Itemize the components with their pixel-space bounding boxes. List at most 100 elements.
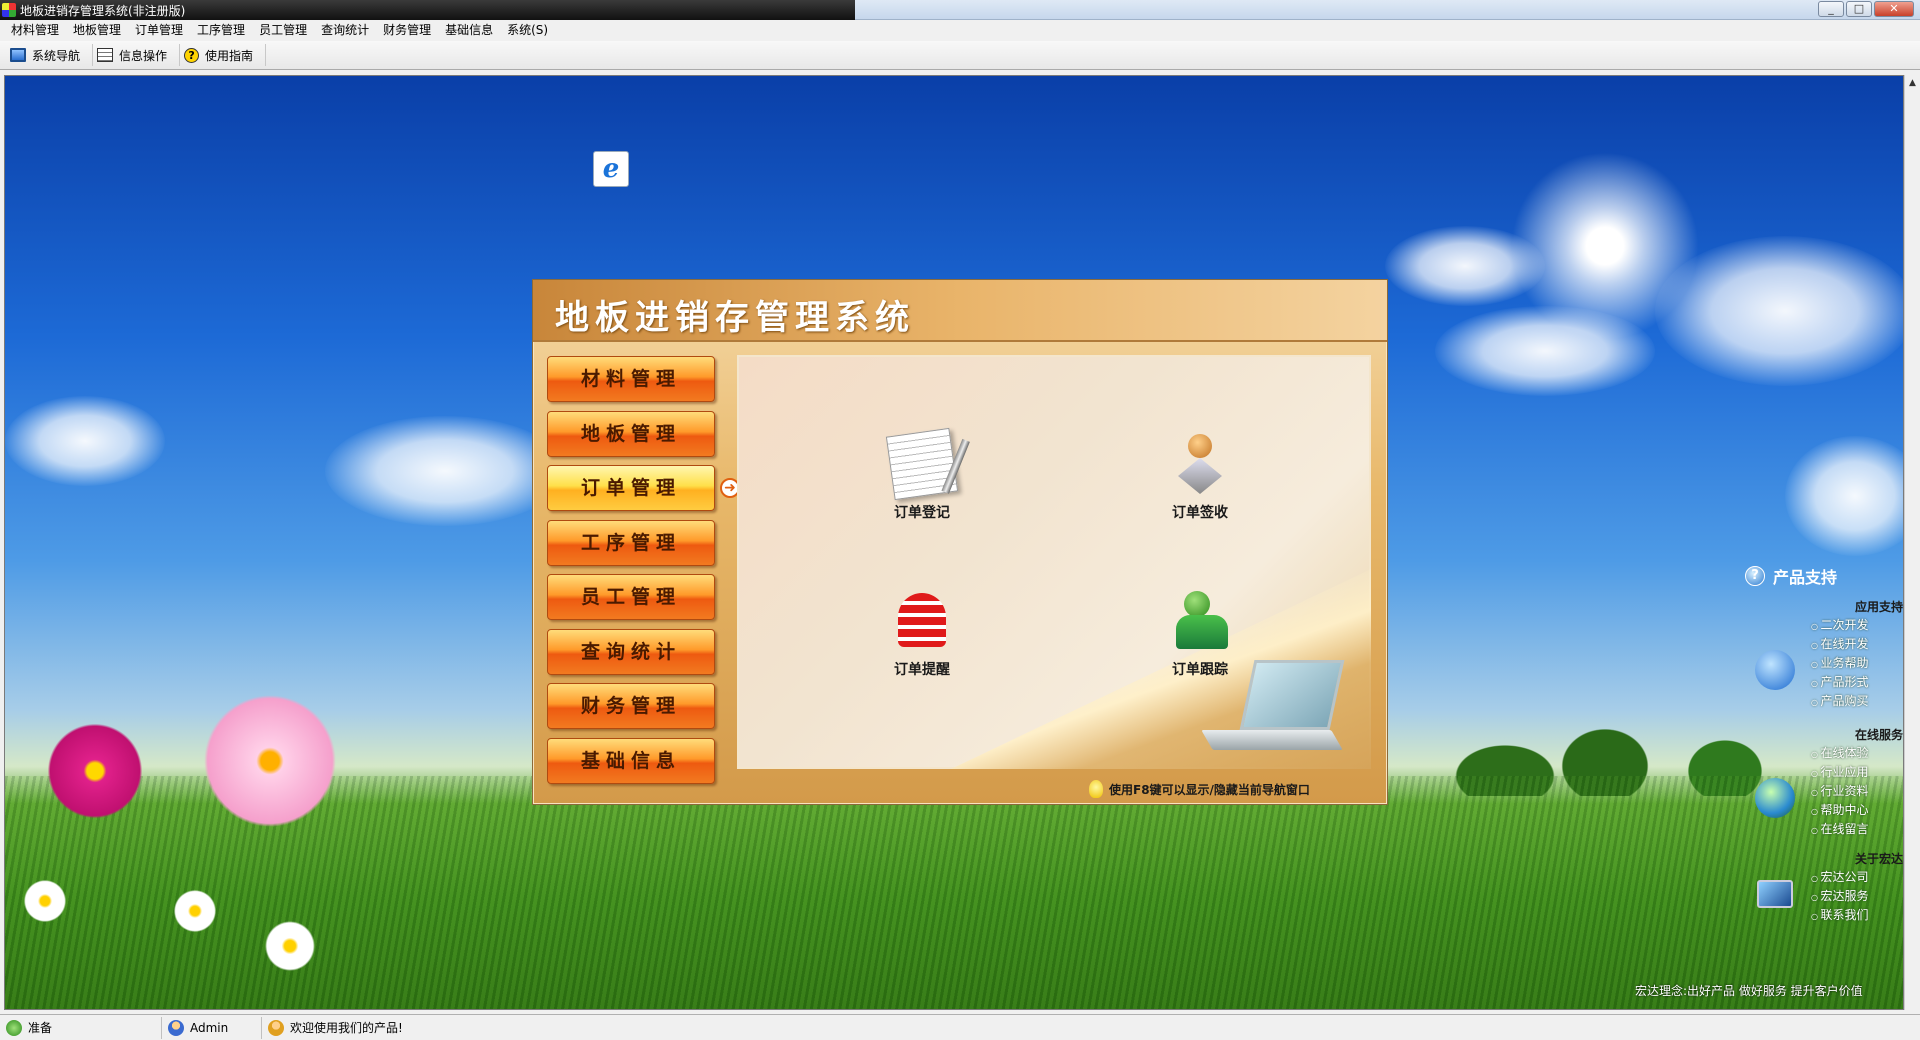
link-product-purchase[interactable]: 产品购买 (1811, 692, 1869, 711)
menu-system[interactable]: 系统(S) (500, 20, 555, 41)
about-list: 宏达公司 宏达服务 联系我们 (1811, 868, 1869, 925)
status-welcome: 欢迎使用我们的产品! (262, 1017, 562, 1039)
link-leave-message[interactable]: 在线留言 (1811, 820, 1869, 839)
form-icon (97, 48, 114, 62)
ie-icon-glyph: e (602, 154, 620, 184)
nav-btn-materials[interactable]: 材料管理 (547, 356, 715, 402)
window-title: 地板进销存管理系统(非注册版) (20, 4, 186, 18)
nav-sidebar: 材料管理 地板管理 订单管理 ➜ 工序管理 员工管理 查询统计 财务管理 基础信… (547, 356, 740, 792)
menu-bar: 材料管理 地板管理 订单管理 工序管理 员工管理 查询统计 财务管理 基础信息 … (0, 20, 1920, 41)
nav-btn-employees[interactable]: 员工管理 (547, 574, 715, 620)
link-business-help[interactable]: 业务帮助 (1811, 654, 1869, 673)
user-sign-icon (1168, 432, 1232, 496)
menu-employees[interactable]: 员工管理 (252, 20, 314, 41)
section-online-service: 在线服务 (1854, 728, 1903, 742)
title-bar: 地板进销存管理系统(非注册版) _ □ ✕ (0, 0, 1920, 20)
section-about: 关于宏达 (1854, 852, 1903, 866)
link-product-form[interactable]: 产品形式 (1811, 673, 1869, 692)
link-industry-app[interactable]: 行业应用 (1811, 763, 1869, 782)
globe-icon (1755, 778, 1795, 818)
menu-query-stats[interactable]: 查询统计 (314, 20, 376, 41)
arrow-icon (1755, 650, 1795, 690)
user-guide-button[interactable]: ? 使用指南 (180, 44, 267, 66)
func-order-register[interactable]: 订单登记 (862, 427, 982, 522)
cloud (5, 396, 165, 486)
flower-magenta (35, 716, 155, 826)
navigation-window: 地板进销存管理系统 材料管理 地板管理 订单管理 ➜ 工序管理 员工管理 查询统… (532, 279, 1388, 805)
cloud (1785, 436, 1903, 556)
link-secondary-dev[interactable]: 二次开发 (1811, 616, 1869, 635)
nav-btn-basic-info[interactable]: 基础信息 (547, 737, 715, 784)
nav-btn-query-stats[interactable]: 查询统计 (547, 628, 715, 675)
scroll-up-arrow[interactable]: ▲ (1905, 75, 1920, 91)
bell-icon (890, 589, 954, 653)
link-company[interactable]: 宏达公司 (1811, 868, 1869, 887)
product-support-panel: ? 产品支持 应用支持 二次开发 在线开发 业务帮助 产品形式 产品购买 在线服… (1635, 564, 1903, 1004)
app-support-list: 二次开发 在线开发 业务帮助 产品形式 产品购买 (1811, 616, 1869, 711)
nav-btn-finance[interactable]: 财务管理 (547, 683, 715, 729)
vertical-scrollbar[interactable]: ▲ (1904, 75, 1920, 1010)
system-nav-label: 系统导航 (32, 48, 81, 63)
close-button[interactable]: ✕ (1874, 1, 1914, 17)
func-order-track-label: 订单跟踪 (1172, 662, 1228, 678)
company-motto: 宏达理念:出好产品 做好服务 提升客户价值 (1635, 984, 1863, 998)
func-order-reminder[interactable]: 订单提醒 (862, 589, 982, 679)
link-online-trial[interactable]: 在线体验 (1811, 744, 1869, 763)
flower-daisy (15, 876, 75, 926)
product-support-header: ? 产品支持 (1745, 564, 1837, 588)
section-app-support: 应用支持 (1854, 600, 1903, 614)
nav-btn-orders-label: 订单管理 (580, 477, 681, 499)
status-ok-icon (6, 1019, 22, 1036)
status-text: 准备 (28, 1021, 53, 1035)
system-nav-button[interactable]: 系统导航 (6, 44, 94, 66)
menu-basic-info[interactable]: 基础信息 (438, 20, 500, 41)
func-order-register-label: 订单登记 (894, 505, 950, 521)
status-bar: 准备 Admin 欢迎使用我们的产品! (0, 1014, 1920, 1040)
help-icon: ? (184, 47, 200, 63)
link-contact[interactable]: 联系我们 (1811, 906, 1869, 925)
product-support-title: 产品支持 (1773, 568, 1838, 587)
menu-finance[interactable]: 财务管理 (376, 20, 438, 41)
ie-desktop-icon[interactable]: e (593, 151, 629, 187)
flower-daisy (255, 916, 325, 976)
welcome-icon (268, 1019, 284, 1036)
online-service-list: 在线体验 行业应用 行业资料 帮助中心 在线留言 (1811, 744, 1869, 839)
link-industry-info[interactable]: 行业资料 (1811, 782, 1869, 801)
menu-materials[interactable]: 材料管理 (4, 20, 66, 41)
nav-btn-floors[interactable]: 地板管理 (547, 410, 715, 457)
link-help-center[interactable]: 帮助中心 (1811, 801, 1869, 820)
menu-orders[interactable]: 订单管理 (128, 20, 190, 41)
menu-processes[interactable]: 工序管理 (190, 20, 252, 41)
func-order-track[interactable]: 订单跟踪 (1140, 589, 1260, 679)
status-welcome-text: 欢迎使用我们的产品! (290, 1021, 403, 1035)
flower-daisy (165, 886, 225, 936)
link-online-dev[interactable]: 在线开发 (1811, 635, 1869, 654)
menu-floors[interactable]: 地板管理 (66, 20, 128, 41)
minimize-button[interactable]: _ (1818, 1, 1844, 17)
document-pen-icon (885, 427, 959, 501)
user-guide-label: 使用指南 (205, 48, 254, 63)
func-order-sign[interactable]: 订单签收 (1140, 432, 1260, 522)
app-icon (2, 3, 16, 17)
function-panel: 订单登记 订单签收 订单提醒 订单跟踪 (737, 355, 1371, 769)
cloud (325, 416, 565, 526)
status-user: Admin (162, 1016, 262, 1039)
status-user-name: Admin (190, 1020, 229, 1035)
lightbulb-icon (1089, 780, 1103, 798)
nav-btn-orders[interactable]: 订单管理 ➜ (547, 465, 740, 511)
maximize-button[interactable]: □ (1846, 1, 1872, 17)
question-icon: ? (1745, 566, 1765, 586)
nav-btn-processes[interactable]: 工序管理 (547, 519, 715, 566)
cloud (1435, 306, 1655, 396)
func-order-reminder-label: 订单提醒 (894, 662, 950, 678)
monitor-icon (10, 48, 26, 62)
user-icon (168, 1019, 184, 1036)
computer-icon (1757, 880, 1793, 908)
nav-tip: 使用F8键可以显示/隐藏当前导航窗口 (1089, 780, 1310, 798)
nav-title: 地板进销存管理系统 (555, 298, 915, 338)
laptop-base (1201, 730, 1343, 750)
info-operation-button[interactable]: 信息操作 (93, 44, 181, 66)
func-order-sign-label: 订单签收 (1172, 505, 1228, 521)
nav-header: 地板进销存管理系统 (533, 280, 1387, 342)
link-service[interactable]: 宏达服务 (1811, 887, 1869, 906)
